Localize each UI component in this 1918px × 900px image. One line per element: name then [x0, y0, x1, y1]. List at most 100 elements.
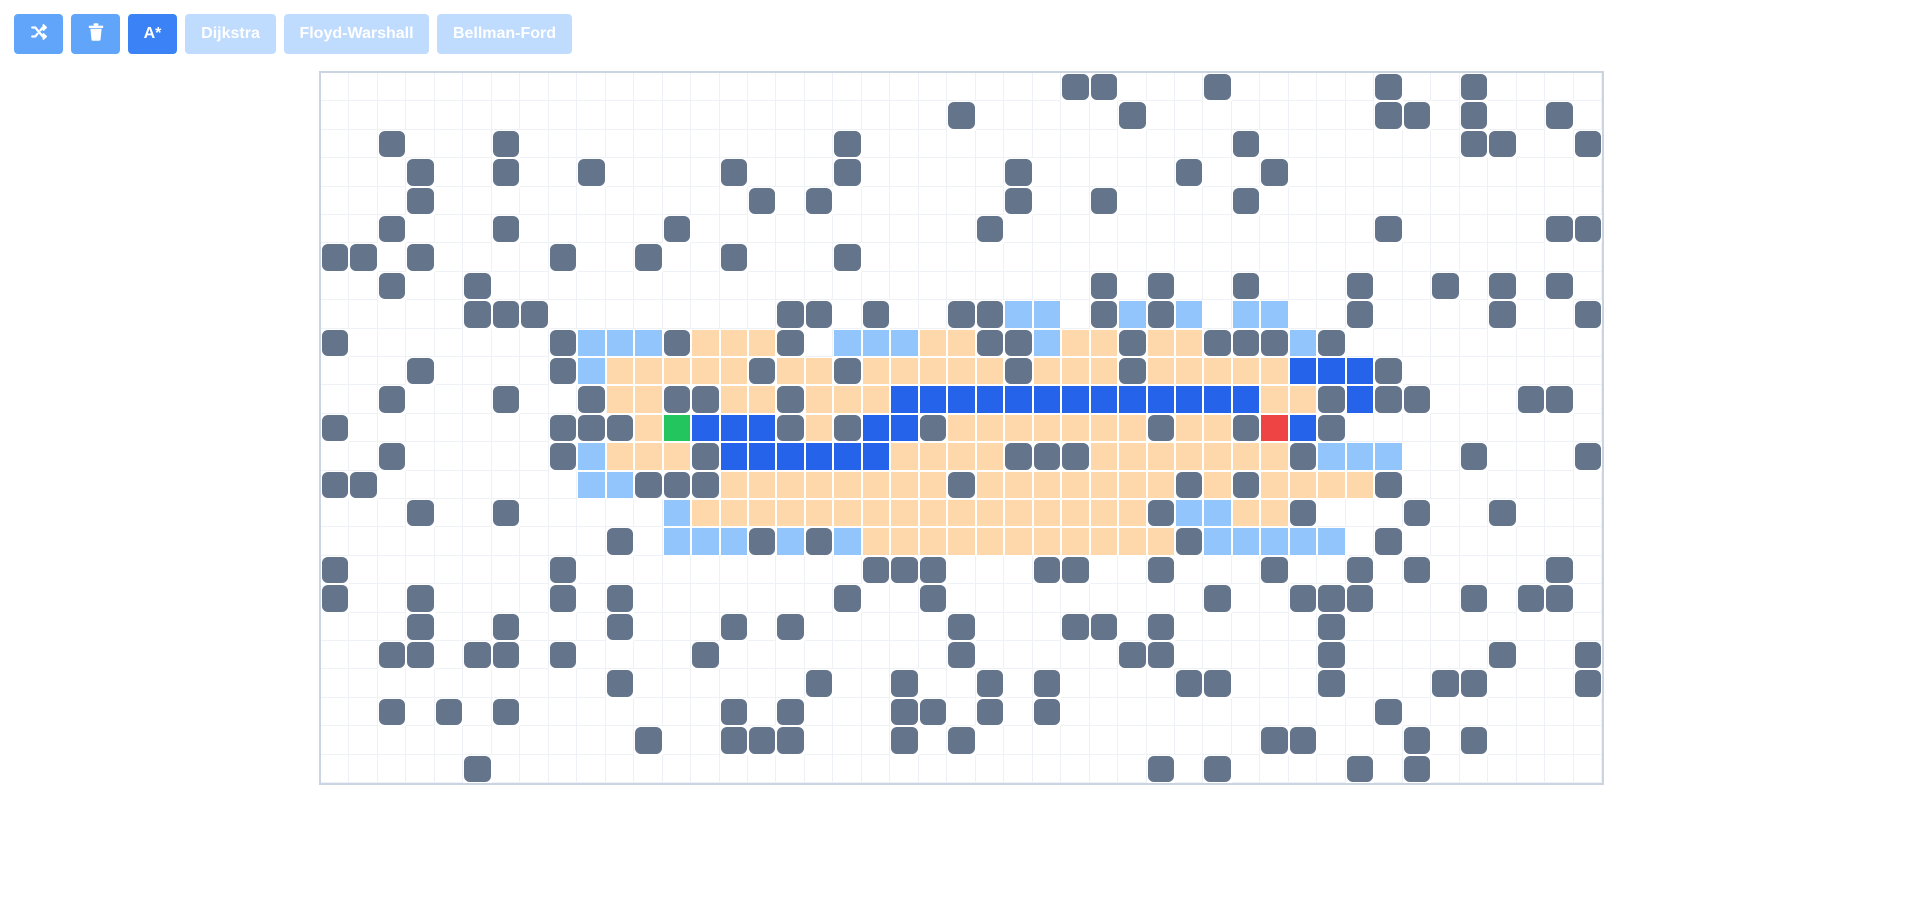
grid-cell[interactable]	[1260, 186, 1289, 215]
grid-cell[interactable]	[1004, 612, 1033, 641]
wall-cell[interactable]	[691, 640, 720, 670]
wall-cell[interactable]	[1231, 413, 1261, 443]
visited-cell[interactable]	[1146, 328, 1175, 357]
path-cell[interactable]	[691, 413, 720, 443]
visited-cell[interactable]	[975, 498, 1005, 528]
visited-cell[interactable]	[1146, 442, 1175, 471]
visited-cell[interactable]	[947, 413, 976, 443]
visited-cell[interactable]	[776, 356, 805, 386]
wall-cell[interactable]	[1345, 754, 1375, 783]
grid-cell[interactable]	[406, 470, 435, 499]
frontier-cell[interactable]	[577, 470, 606, 499]
grid-cell[interactable]	[975, 271, 1005, 301]
grid-cell[interactable]	[1431, 527, 1460, 556]
grid-cell[interactable]	[1516, 470, 1546, 499]
grid-cell[interactable]	[1345, 498, 1375, 528]
grid-cell[interactable]	[1516, 498, 1546, 528]
grid-cell[interactable]	[1345, 527, 1375, 556]
grid-cell[interactable]	[1402, 612, 1432, 641]
visited-cell[interactable]	[1089, 527, 1119, 556]
wall-cell[interactable]	[918, 697, 948, 727]
grid-cell[interactable]	[377, 300, 407, 329]
visited-cell[interactable]	[634, 385, 663, 414]
grid-cell[interactable]	[634, 754, 663, 783]
wall-cell[interactable]	[975, 214, 1005, 244]
grid-cell[interactable]	[691, 754, 720, 783]
path-cell[interactable]	[1345, 356, 1375, 386]
grid-cell[interactable]	[1431, 300, 1460, 329]
wall-cell[interactable]	[1203, 584, 1232, 613]
visited-cell[interactable]	[833, 498, 862, 528]
grid-cell[interactable]	[748, 584, 777, 613]
grid-cell[interactable]	[1516, 243, 1546, 272]
grid-cell[interactable]	[1488, 356, 1517, 386]
grid-cell[interactable]	[890, 101, 919, 130]
grid-cell[interactable]	[1459, 697, 1489, 727]
grid-cell[interactable]	[1431, 470, 1460, 499]
grid-cell[interactable]	[321, 385, 350, 414]
path-cell[interactable]	[1146, 385, 1175, 414]
wall-cell[interactable]	[1488, 498, 1517, 528]
wall-cell[interactable]	[1175, 669, 1204, 698]
grid-cell[interactable]	[975, 186, 1005, 215]
grid-cell[interactable]	[1317, 214, 1346, 244]
grid-cell[interactable]	[1061, 243, 1090, 272]
wall-cell[interactable]	[1146, 754, 1175, 783]
frontier-cell[interactable]	[577, 356, 606, 386]
frontier-cell[interactable]	[1231, 527, 1261, 556]
frontier-cell[interactable]	[719, 527, 748, 556]
frontier-cell[interactable]	[662, 527, 692, 556]
grid-cell[interactable]	[434, 669, 464, 698]
wall-cell[interactable]	[719, 243, 748, 272]
wall-cell[interactable]	[491, 697, 521, 727]
wall-cell[interactable]	[605, 584, 635, 613]
wall-cell[interactable]	[349, 243, 378, 272]
grid-cell[interactable]	[491, 726, 521, 755]
grid-cell[interactable]	[1061, 754, 1090, 783]
grid-cell[interactable]	[748, 640, 777, 670]
grid-cell[interactable]	[520, 555, 549, 585]
grid-cell[interactable]	[1431, 726, 1460, 755]
wall-cell[interactable]	[947, 300, 976, 329]
grid-cell[interactable]	[1146, 158, 1175, 187]
grid-cell[interactable]	[804, 328, 834, 357]
grid-cell[interactable]	[463, 158, 492, 187]
grid-cell[interactable]	[1516, 328, 1546, 357]
grid-cell[interactable]	[1402, 328, 1432, 357]
grid-cell[interactable]	[520, 669, 549, 698]
grid-cell[interactable]	[349, 584, 378, 613]
grid-cell[interactable]	[1288, 243, 1318, 272]
wall-cell[interactable]	[691, 470, 720, 499]
grid-cell[interactable]	[1431, 555, 1460, 585]
grid-cell[interactable]	[1317, 271, 1346, 301]
grid-cell[interactable]	[833, 726, 862, 755]
visited-cell[interactable]	[804, 356, 834, 386]
path-cell[interactable]	[1231, 385, 1261, 414]
wall-cell[interactable]	[1260, 555, 1289, 585]
grid-cell[interactable]	[833, 101, 862, 130]
grid-cell[interactable]	[349, 612, 378, 641]
grid-cell[interactable]	[321, 158, 350, 187]
grid-cell[interactable]	[634, 186, 663, 215]
grid-cell[interactable]	[1431, 129, 1460, 159]
visited-cell[interactable]	[1260, 385, 1289, 414]
path-cell[interactable]	[861, 442, 891, 471]
grid-cell[interactable]	[719, 186, 748, 215]
grid-cell[interactable]	[491, 584, 521, 613]
grid-cell[interactable]	[776, 640, 805, 670]
grid-cell[interactable]	[1545, 356, 1574, 386]
grid-cell[interactable]	[833, 271, 862, 301]
grid-cell[interactable]	[1431, 101, 1460, 130]
grid-cell[interactable]	[605, 73, 635, 102]
visited-cell[interactable]	[861, 498, 891, 528]
grid-cell[interactable]	[349, 300, 378, 329]
grid-cell[interactable]	[662, 754, 692, 783]
grid-cell[interactable]	[691, 669, 720, 698]
grid-cell[interactable]	[548, 527, 578, 556]
wall-cell[interactable]	[662, 328, 692, 357]
grid-cell[interactable]	[1061, 584, 1090, 613]
grid-cell[interactable]	[1175, 271, 1204, 301]
grid-cell[interactable]	[1488, 186, 1517, 215]
grid-cell[interactable]	[1516, 413, 1546, 443]
grid-cell[interactable]	[1516, 101, 1546, 130]
